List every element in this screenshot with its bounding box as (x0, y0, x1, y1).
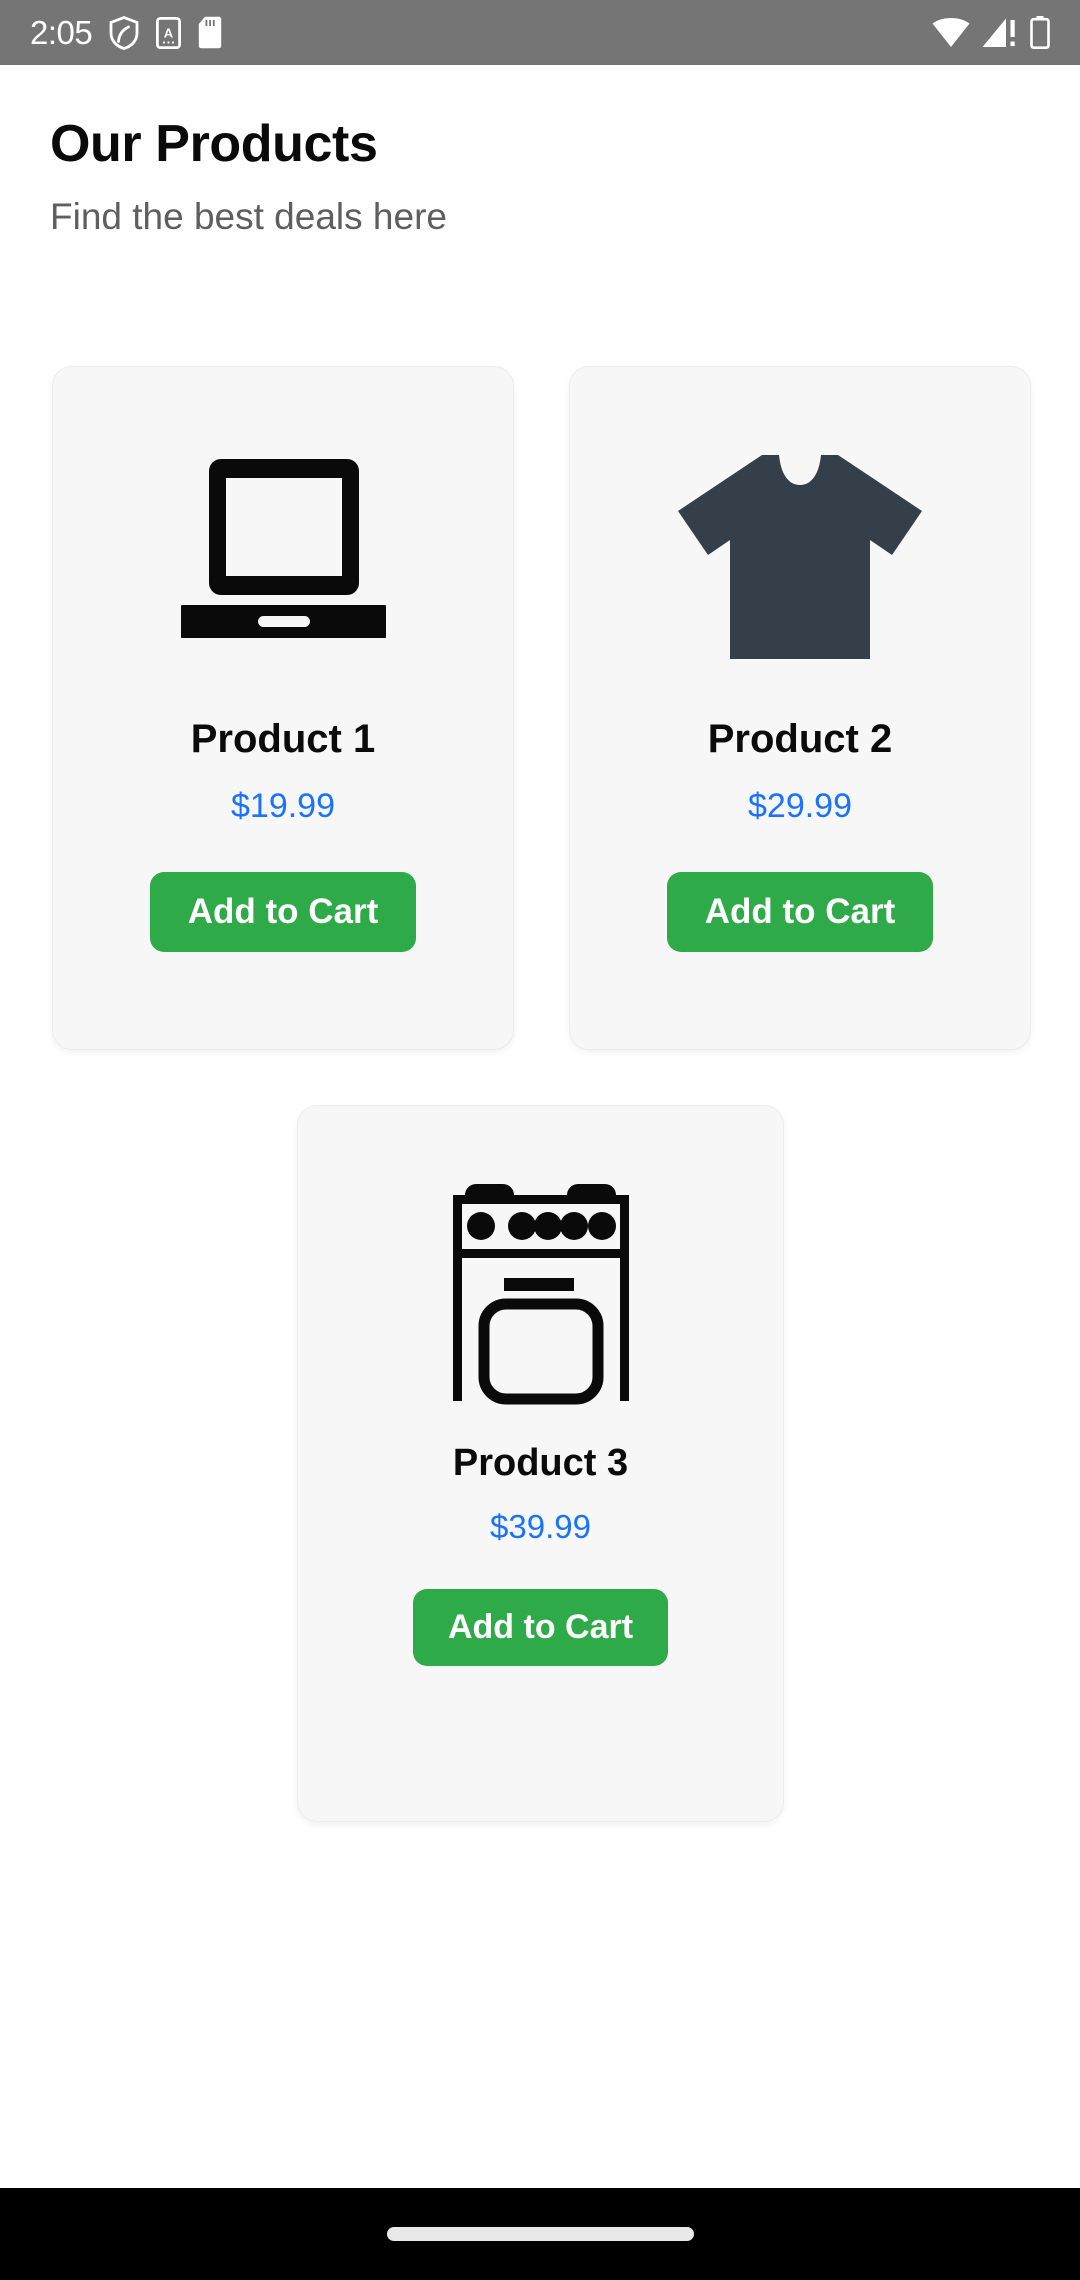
product-image-3 (443, 1154, 639, 1424)
product-grid-row: Product 1 $19.99 Add to Cart Product 2 $… (52, 366, 1031, 1050)
product-card-3[interactable]: Product 3 $39.99 Add to Cart (297, 1105, 784, 1822)
page-title: Our Products (50, 115, 378, 173)
tshirt-icon (678, 455, 922, 659)
product-price-2: $29.99 (748, 787, 852, 825)
a-badge-icon: A (156, 16, 182, 49)
product-image-2 (674, 419, 926, 695)
laptop-icon (180, 459, 386, 638)
add-to-cart-button-1[interactable]: Add to Cart (149, 872, 417, 952)
product-card-2[interactable]: Product 2 $29.99 Add to Cart (569, 366, 1031, 1050)
page-subtitle: Find the best deals here (50, 196, 447, 237)
status-bar: 2:05 A (0, 0, 1080, 65)
product-card-1[interactable]: Product 1 $19.99 Add to Cart (52, 366, 514, 1050)
home-gesture-pill[interactable] (386, 2227, 694, 2241)
status-bar-right (932, 16, 1050, 49)
product-price-3: $39.99 (490, 1508, 591, 1545)
add-to-cart-button-3[interactable]: Add to Cart (412, 1589, 669, 1666)
sd-card-icon (199, 16, 222, 49)
product-price-1: $19.99 (231, 787, 335, 825)
status-bar-clock: 2:05 (30, 14, 93, 51)
add-to-cart-button-2[interactable]: Add to Cart (666, 872, 934, 952)
app-screen: 2:05 A Our Products Find the best deals … (0, 0, 1080, 2280)
battery-icon (1030, 16, 1050, 49)
product-name-2: Product 2 (707, 717, 893, 761)
svg-text:A: A (164, 25, 174, 40)
wifi-icon (932, 17, 970, 47)
product-name-3: Product 3 (452, 1442, 629, 1484)
cellular-alert-icon (982, 18, 1015, 47)
system-navigation-bar (0, 2188, 1080, 2280)
product-image-1 (180, 419, 386, 695)
status-bar-left: 2:05 A (30, 14, 222, 51)
product-name-1: Product 1 (190, 717, 376, 761)
shield-icon (109, 15, 139, 50)
page-header: Our Products Find the best deals here (50, 118, 447, 235)
oven-icon (452, 1184, 629, 1405)
